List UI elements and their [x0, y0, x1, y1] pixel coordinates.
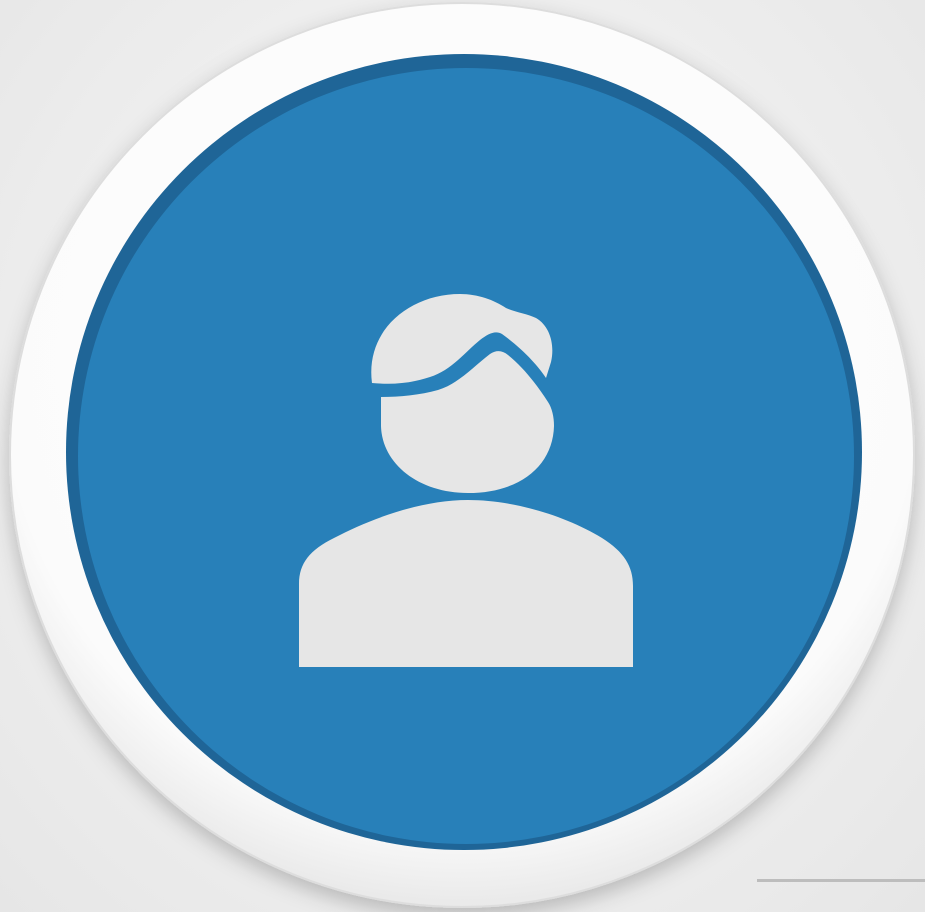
- avatar-canvas: [0, 0, 925, 912]
- divider-line: [757, 879, 925, 882]
- avatar-badge[interactable]: [0, 0, 925, 912]
